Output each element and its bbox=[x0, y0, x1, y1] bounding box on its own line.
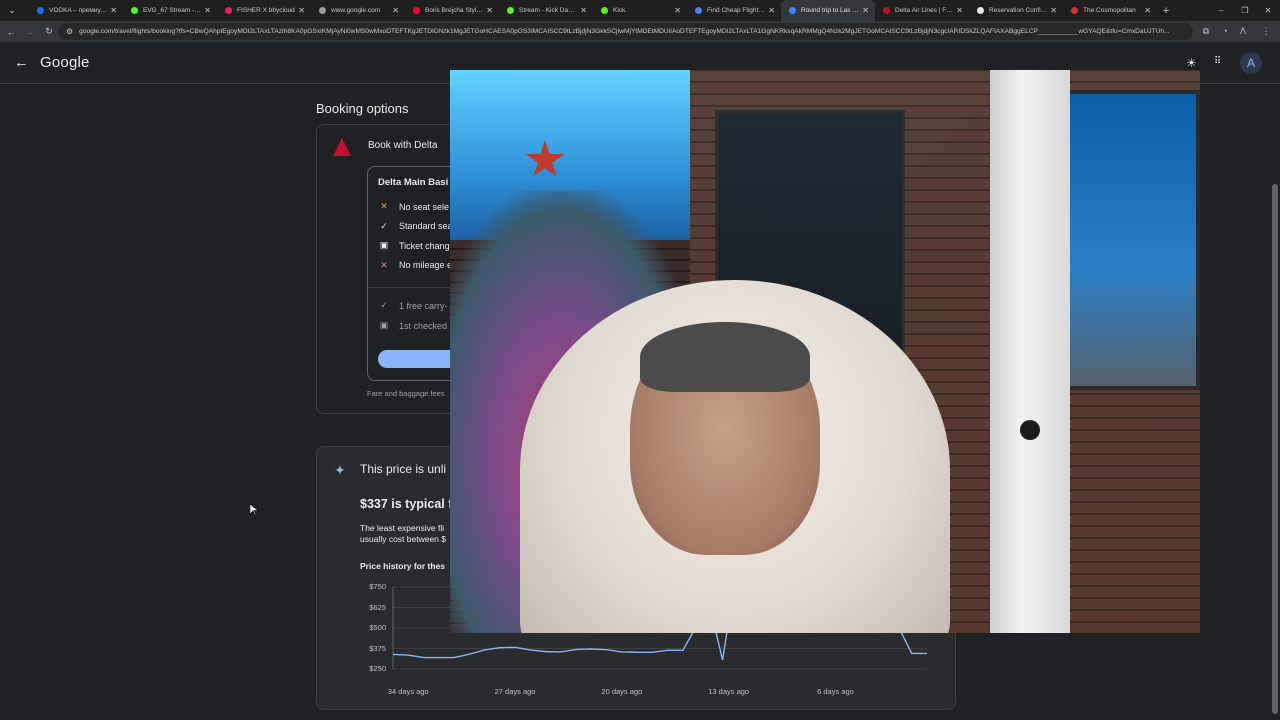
mouse-cursor-icon bbox=[250, 504, 258, 516]
door bbox=[990, 70, 1070, 633]
webcam-overlay bbox=[450, 70, 1200, 633]
person-hair bbox=[640, 322, 810, 392]
window bbox=[1060, 90, 1200, 390]
doorknob bbox=[1020, 420, 1040, 440]
